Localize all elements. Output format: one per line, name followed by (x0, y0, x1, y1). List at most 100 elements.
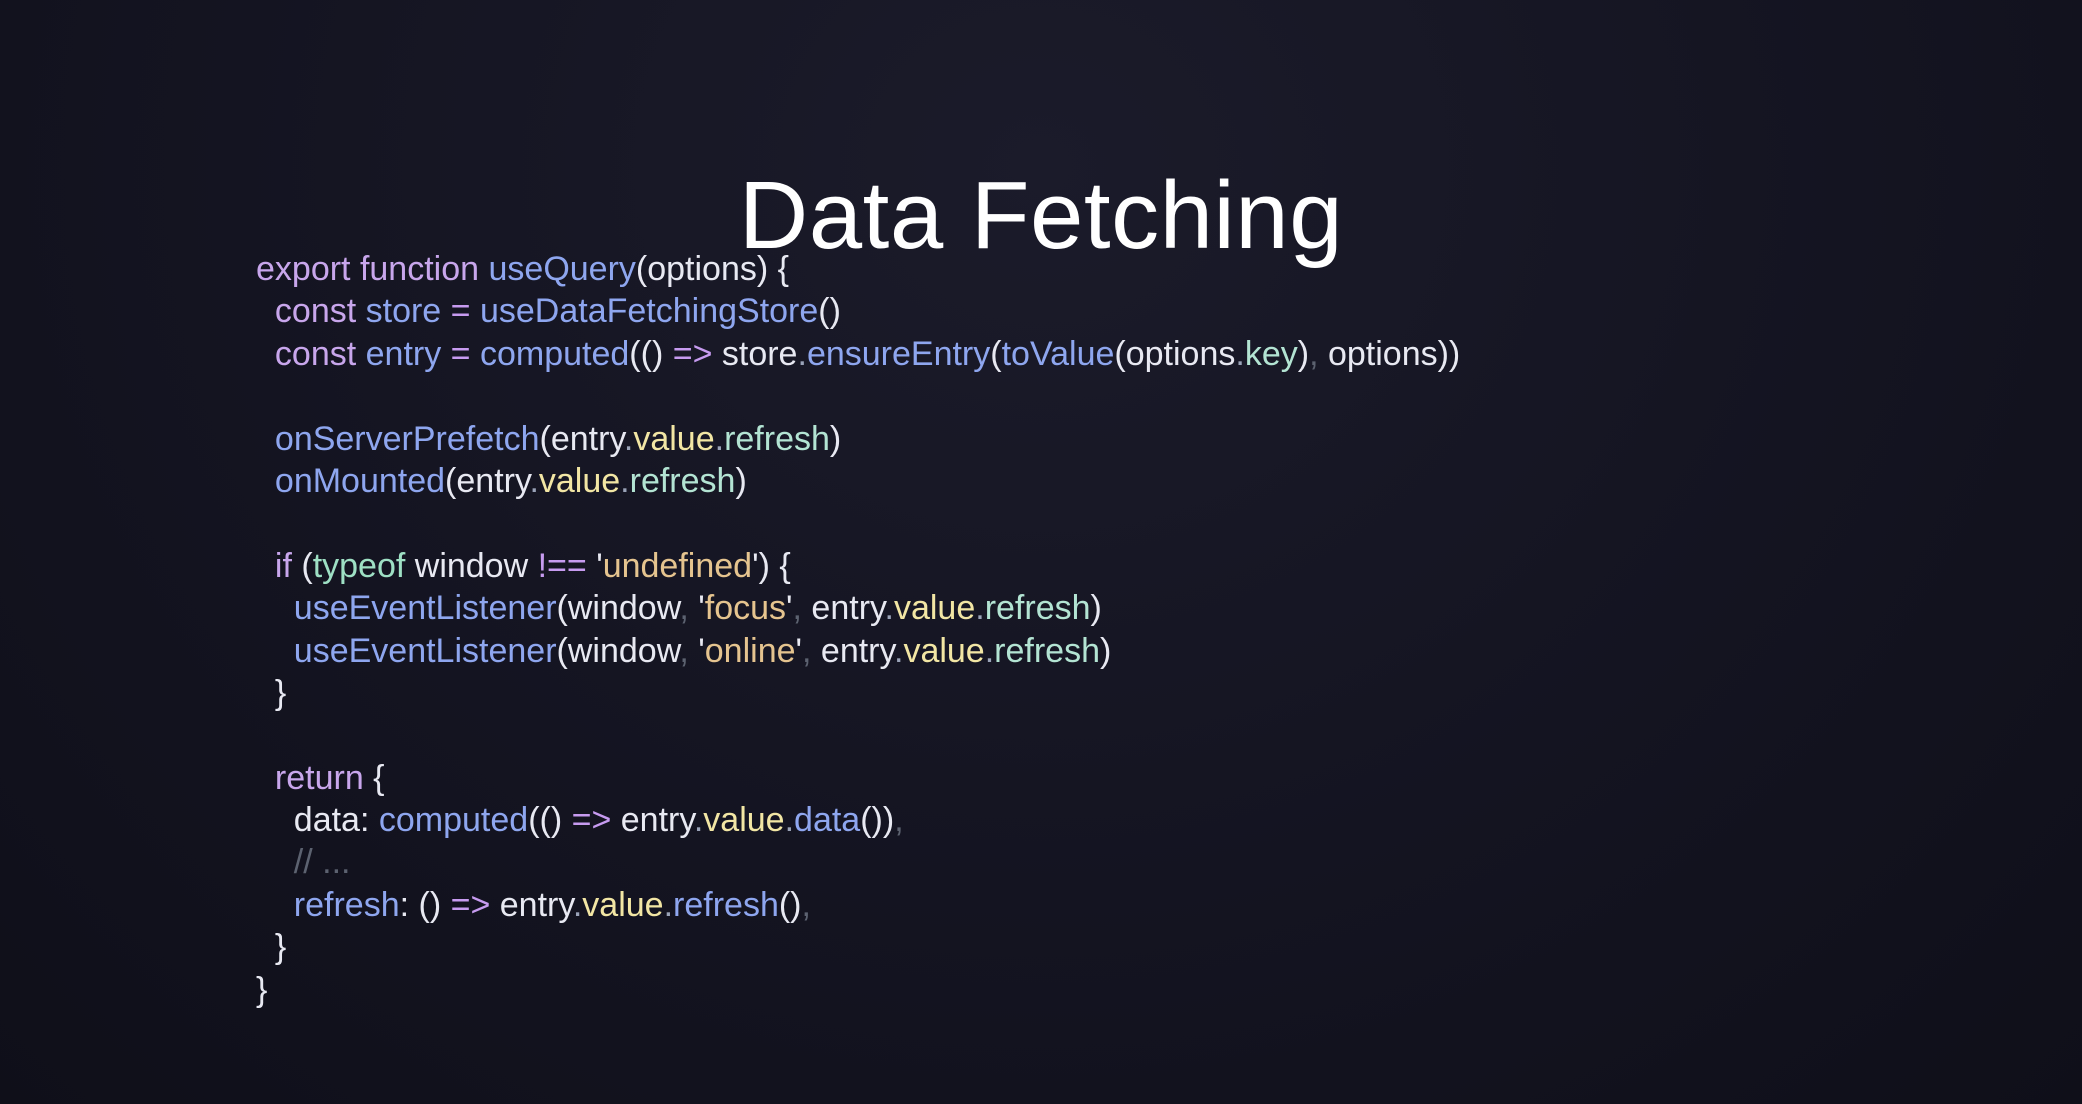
code-token: focus (704, 589, 787, 628)
code-token: options)) (1318, 334, 1461, 373)
code-token: value (893, 589, 976, 628)
code-token: export (256, 250, 351, 288)
code-token: useEventListener (293, 631, 557, 670)
code-token: refresh (293, 885, 400, 924)
code-token: (() (528, 801, 572, 840)
code-token: ' (688, 589, 705, 628)
code-token: , (1309, 334, 1319, 373)
code-token: online (704, 631, 796, 670)
code-token: ensureEntry (806, 334, 991, 373)
code-line: onServerPrefetch(entry.value.refresh) (256, 418, 1460, 460)
code-token: return (274, 758, 364, 797)
code-token: . (572, 885, 583, 924)
code-token: => (571, 801, 612, 840)
code-line: const store = useDataFetchingStore() (256, 290, 1460, 332)
code-token: value (582, 885, 664, 924)
code-token: entry (365, 334, 442, 373)
code-token: , (801, 885, 811, 924)
code-token: . (975, 589, 985, 628)
code-token: ()) (860, 801, 895, 840)
code-line: // ... (256, 841, 1460, 883)
code-line: data: computed(() => entry.value.data())… (256, 799, 1460, 841)
code-token: ) (829, 419, 842, 458)
code-block: export function useQuery(options) { cons… (256, 248, 1460, 1011)
code-token: data: (256, 801, 379, 840)
code-token: refresh (629, 461, 736, 500)
code-token: (options (1114, 334, 1236, 373)
code-token: if (274, 546, 292, 585)
code-token: useEventListener (293, 589, 557, 628)
code-token: value (633, 419, 715, 458)
code-token: computed (378, 801, 529, 840)
code-token: value (903, 631, 985, 670)
code-token: } (256, 928, 287, 967)
code-token: , (894, 801, 904, 840)
code-token: (window (556, 631, 680, 670)
code-token: . (1235, 334, 1245, 373)
code-token: onServerPrefetch (274, 419, 540, 458)
code-token: ) (1090, 589, 1102, 628)
code-token: computed (479, 334, 630, 373)
code-token: store (712, 334, 798, 373)
code-line: onMounted(entry.value.refresh) (256, 460, 1460, 502)
code-token: value (703, 801, 785, 840)
code-token: . (623, 419, 634, 458)
code-token: ) (735, 461, 747, 500)
code-token: toValue (1001, 334, 1115, 373)
code-token: . (714, 419, 725, 458)
code-token: . (984, 631, 995, 670)
code-token: { (363, 758, 385, 797)
code-line: if (typeof window !== 'undefined') { (256, 545, 1460, 587)
code-line: const entry = computed(() => store.ensur… (256, 333, 1460, 375)
code-token: . (884, 589, 894, 628)
code-token: ) (1297, 334, 1310, 373)
code-token: onMounted (274, 461, 446, 500)
slide: Data Fetching export function useQuery(o… (0, 0, 2082, 1104)
code-line: } (256, 969, 1460, 1011)
code-line: } (256, 672, 1460, 714)
code-token: useDataFetchingStore (479, 292, 819, 331)
code-token: store (365, 292, 442, 331)
code-token: entry (801, 589, 885, 628)
code-token: (() (629, 334, 673, 373)
code-token: window (405, 546, 538, 585)
code-token: . (693, 801, 704, 840)
code-line: useEventListener(window, 'focus', entry.… (256, 587, 1460, 629)
code-token: refresh (673, 885, 779, 924)
code-token: () (778, 885, 802, 924)
code-token: , (679, 631, 689, 670)
code-token: () (818, 292, 841, 331)
code-token: entry (811, 631, 894, 670)
code-token: = (441, 334, 480, 373)
code-token: const (274, 292, 357, 331)
code-token: ) (1100, 631, 1112, 670)
code-line: } (256, 926, 1460, 968)
code-token: (options) { (635, 250, 789, 288)
code-token: value (538, 461, 621, 500)
code-token: entry (490, 885, 573, 924)
code-token: const (274, 334, 357, 373)
code-token: . (784, 801, 795, 840)
code-token: = (441, 292, 480, 331)
code-token: } (256, 673, 287, 712)
code-token: (entry (539, 419, 624, 458)
code-token: (window (556, 589, 680, 628)
code-token: typeof (312, 546, 406, 585)
code-token: : () (399, 885, 451, 924)
code-token: . (620, 461, 630, 500)
code-token: ( (291, 546, 313, 585)
code-token: refresh (984, 589, 1091, 628)
code-line: refresh: () => entry.value.refresh(), (256, 884, 1460, 926)
